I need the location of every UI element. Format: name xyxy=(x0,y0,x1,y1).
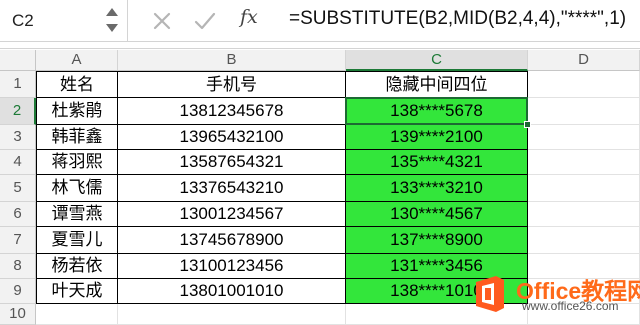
column-header-b[interactable]: B xyxy=(118,50,346,71)
row-header-9[interactable]: 9 xyxy=(0,279,36,304)
cell-a9[interactable]: 叶天成 xyxy=(36,279,118,304)
office-logo-icon xyxy=(476,276,504,312)
name-box[interactable]: C2 xyxy=(0,0,128,42)
row-header-1[interactable]: 1 xyxy=(0,71,36,98)
cell-b2[interactable]: 13812345678 xyxy=(118,98,346,125)
watermark: Office教程网 www.office26.com xyxy=(470,268,640,320)
row-header-2[interactable]: 2 xyxy=(0,98,36,125)
cell-c3[interactable]: 139****2100 xyxy=(346,125,528,150)
cell-c7[interactable]: 137****8900 xyxy=(346,227,528,254)
cell-a1[interactable]: 姓名 xyxy=(36,71,118,98)
cell-b8[interactable]: 13100123456 xyxy=(118,254,346,279)
select-all-corner[interactable] xyxy=(0,50,36,71)
cell-d3[interactable] xyxy=(528,125,640,150)
row-header-5[interactable]: 5 xyxy=(0,175,36,202)
fx-icon[interactable]: fx xyxy=(240,6,258,28)
cell-b4[interactable]: 13587654321 xyxy=(118,150,346,175)
fill-handle[interactable] xyxy=(524,121,531,128)
row-header-10[interactable]: 10 xyxy=(0,304,36,325)
row-header-6[interactable]: 6 xyxy=(0,202,36,227)
row-header-4[interactable]: 4 xyxy=(0,150,36,175)
cell-d2[interactable] xyxy=(528,98,640,125)
cell-b1[interactable]: 手机号 xyxy=(118,71,346,98)
name-box-stepper-icon[interactable] xyxy=(104,6,122,36)
cell-a3[interactable]: 韩菲鑫 xyxy=(36,125,118,150)
arrow-down-icon[interactable] xyxy=(106,24,118,32)
formula-input[interactable]: =SUBSTITUTE(B2,MID(B2,4,4),"****",1) xyxy=(289,8,626,30)
cell-d6[interactable] xyxy=(528,202,640,227)
column-header-d[interactable]: D xyxy=(528,50,640,71)
cell-a5[interactable]: 林飞儒 xyxy=(36,175,118,202)
cell-b10[interactable] xyxy=(118,304,346,325)
cell-d4[interactable] xyxy=(528,150,640,175)
cell-b7[interactable]: 13745678900 xyxy=(118,227,346,254)
column-header-c[interactable]: C xyxy=(346,50,528,71)
cell-d7[interactable] xyxy=(528,227,640,254)
watermark-url: www.office26.com xyxy=(522,299,619,313)
cell-a7[interactable]: 夏雪儿 xyxy=(36,227,118,254)
cell-b3[interactable]: 13965432100 xyxy=(118,125,346,150)
arrow-up-icon[interactable] xyxy=(106,8,118,16)
cell-c6[interactable]: 130****4567 xyxy=(346,202,528,227)
toolbar-divider xyxy=(0,43,640,49)
cell-c5[interactable]: 133****3210 xyxy=(346,175,528,202)
row-header-7[interactable]: 7 xyxy=(0,227,36,254)
cell-a6[interactable]: 谭雪燕 xyxy=(36,202,118,227)
cell-a10[interactable] xyxy=(36,304,118,325)
cell-c4[interactable]: 135****4321 xyxy=(346,150,528,175)
cell-b6[interactable]: 13001234567 xyxy=(118,202,346,227)
formula-bar: C2 fx =SUBSTITUTE(B2,MID(B2,4,4),"****",… xyxy=(0,0,640,42)
cell-b5[interactable]: 13376543210 xyxy=(118,175,346,202)
cell-b9[interactable]: 13801001010 xyxy=(118,279,346,304)
cell-d5[interactable] xyxy=(528,175,640,202)
confirm-check-icon[interactable] xyxy=(193,9,217,33)
cell-a2[interactable]: 杜紫鹃 xyxy=(36,98,118,125)
name-box-value[interactable]: C2 xyxy=(12,11,34,31)
cell-c1[interactable]: 隐藏中间四位 xyxy=(346,71,528,98)
row-header-3[interactable]: 3 xyxy=(0,125,36,150)
cell-d1[interactable] xyxy=(528,71,640,98)
cell-c2[interactable]: 138****5678 xyxy=(346,98,528,125)
column-header-a[interactable]: A xyxy=(36,50,118,71)
cancel-icon[interactable] xyxy=(150,9,174,33)
cell-a8[interactable]: 杨若依 xyxy=(36,254,118,279)
cell-a4[interactable]: 蒋羽熙 xyxy=(36,150,118,175)
row-header-8[interactable]: 8 xyxy=(0,254,36,279)
